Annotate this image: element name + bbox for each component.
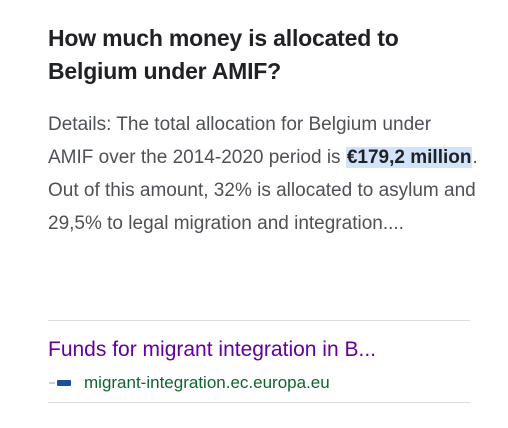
result-domain: migrant-integration.ec.europa.eu	[84, 373, 330, 392]
snippet-answer-highlight: €179,2 million	[345, 147, 473, 168]
snippet-answer: Details: The total allocation for Belgiu…	[48, 108, 480, 240]
result-source[interactable]: migrant-integration.ec.europa.eu	[48, 372, 330, 394]
eu-flag-icon	[48, 375, 74, 391]
divider-bottom	[48, 402, 470, 403]
snippet-question: How much money is allocated to Belgium u…	[48, 25, 399, 84]
featured-snippet-card: How much money is allocated to Belgium u…	[0, 0, 508, 428]
result-title-link[interactable]: Funds for migrant integration in B...	[48, 336, 478, 364]
divider-top	[48, 320, 470, 321]
